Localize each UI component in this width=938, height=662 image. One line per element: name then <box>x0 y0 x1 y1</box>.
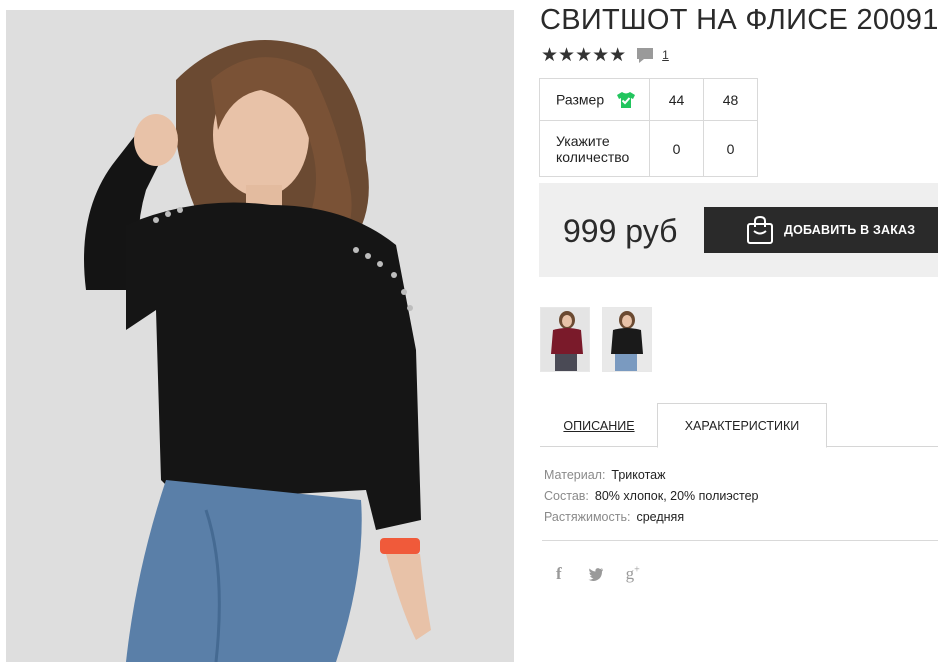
thumbnail-black[interactable] <box>602 307 652 372</box>
thumbnail-burgundy[interactable] <box>540 307 590 372</box>
size-option-48[interactable]: 48 <box>703 78 758 121</box>
price-box: 999 руб ДОБАВИТЬ В ЗАКАЗ <box>539 183 938 277</box>
spec-row-material: Материал: Трикотаж <box>544 465 758 486</box>
google-plus-icon[interactable]: g+ <box>626 564 640 584</box>
size-option-44[interactable]: 44 <box>649 78 704 121</box>
quantity-label: Укажите количество <box>539 120 650 177</box>
characteristics-list: Материал: Трикотаж Состав: 80% хлопок, 20%… <box>544 465 758 528</box>
main-product-photo[interactable] <box>6 10 514 662</box>
rating-stars[interactable]: ★★★★★ <box>541 45 626 65</box>
spec-row-stretch: Растяжимость: средняя <box>544 507 758 528</box>
tshirt-check-icon[interactable] <box>616 91 636 109</box>
product-tabs: ОПИСАНИЕ ХАРАКТЕРИСТИКИ <box>540 403 938 448</box>
quantity-row: Укажите количество 0 0 <box>539 120 758 177</box>
facebook-icon[interactable]: f <box>556 564 562 584</box>
social-share: f g+ <box>556 564 640 584</box>
twitter-icon[interactable] <box>588 567 604 581</box>
shopping-bag-icon <box>747 215 773 244</box>
add-to-order-button[interactable]: ДОБАВИТЬ В ЗАКАЗ <box>704 207 938 253</box>
quantity-input-44[interactable]: 0 <box>649 120 704 177</box>
quantity-input-48[interactable]: 0 <box>703 120 758 177</box>
spec-value: Трикотаж <box>611 468 666 482</box>
spec-row-composition: Состав: 80% хлопок, 20% полиэстер <box>544 486 758 507</box>
add-to-order-label: ДОБАВИТЬ В ЗАКАЗ <box>784 223 916 237</box>
rating-row: ★★★★★ 1 <box>541 45 669 65</box>
size-row: Размер 44 48 <box>539 78 758 121</box>
price: 999 руб <box>563 213 678 249</box>
spec-key: Состав: <box>544 489 589 503</box>
spec-value: средняя <box>636 510 685 524</box>
spec-key: Материал: <box>544 468 606 482</box>
spec-value: 80% хлопок, 20% полиэстер <box>594 489 759 503</box>
comment-icon[interactable] <box>636 46 654 64</box>
size-quantity-table: Размер 44 48 Укажите количество 0 0 <box>539 78 758 177</box>
tab-description[interactable]: ОПИСАНИЕ <box>540 403 658 448</box>
spec-key: Растяжимость: <box>544 510 631 524</box>
thumbnail-gallery <box>540 307 652 372</box>
size-label-cell: Размер <box>539 78 650 121</box>
tab-characteristics[interactable]: ХАРАКТЕРИСТИКИ <box>657 403 827 448</box>
review-count-link[interactable]: 1 <box>662 48 669 62</box>
divider <box>542 540 938 541</box>
product-title: СВИТШОТ НА ФЛИСЕ 20091 <box>540 4 938 36</box>
size-label: Размер <box>556 91 605 108</box>
